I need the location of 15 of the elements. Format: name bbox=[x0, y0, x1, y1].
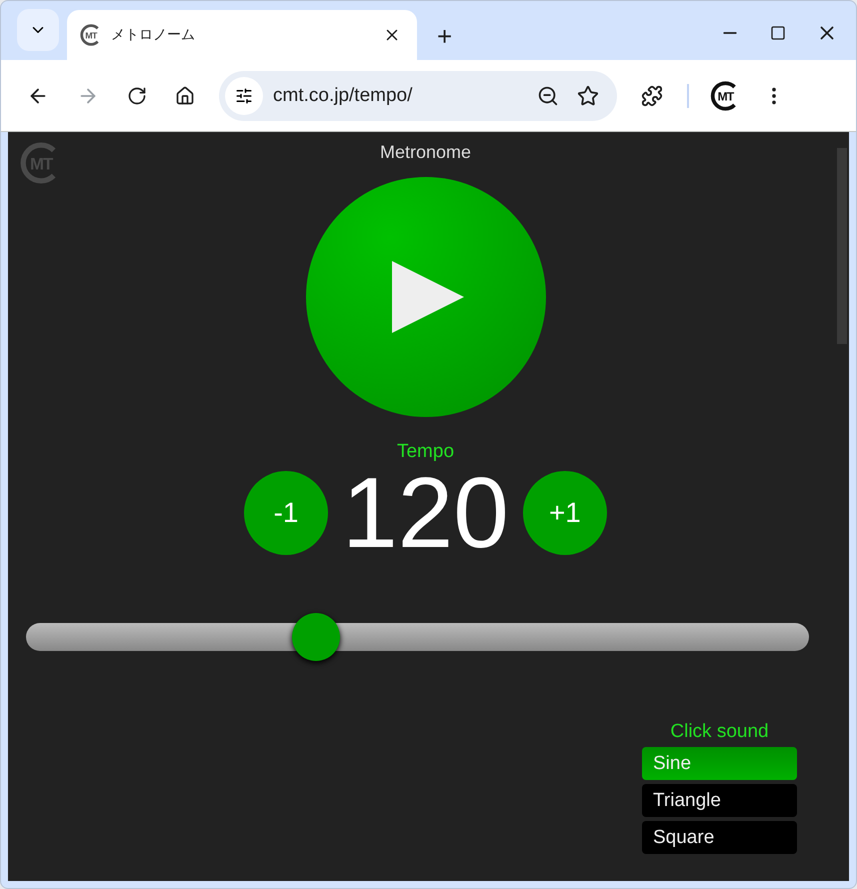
tempo-slider[interactable] bbox=[26, 613, 809, 661]
tempo-label: Tempo bbox=[396, 441, 454, 463]
new-tab-button[interactable]: + bbox=[431, 21, 458, 52]
sound-option[interactable]: Square bbox=[642, 821, 797, 854]
site-settings-icon[interactable] bbox=[225, 76, 263, 114]
tab-title: メトロノーム bbox=[111, 26, 196, 44]
tempo-value: 120 bbox=[342, 463, 509, 563]
click-sound-label: Click sound bbox=[670, 721, 769, 743]
address-bar[interactable]: cmt.co.jp/tempo/ bbox=[219, 70, 617, 120]
page-title: Metronome bbox=[380, 142, 472, 163]
scrollbar-thumb[interactable] bbox=[837, 148, 847, 344]
sound-option[interactable]: Triangle bbox=[642, 784, 797, 817]
address-text: cmt.co.jp/tempo/ bbox=[273, 84, 414, 106]
browser-tab[interactable]: MT メトロノーム bbox=[67, 10, 417, 60]
slider-thumb[interactable] bbox=[292, 613, 340, 661]
